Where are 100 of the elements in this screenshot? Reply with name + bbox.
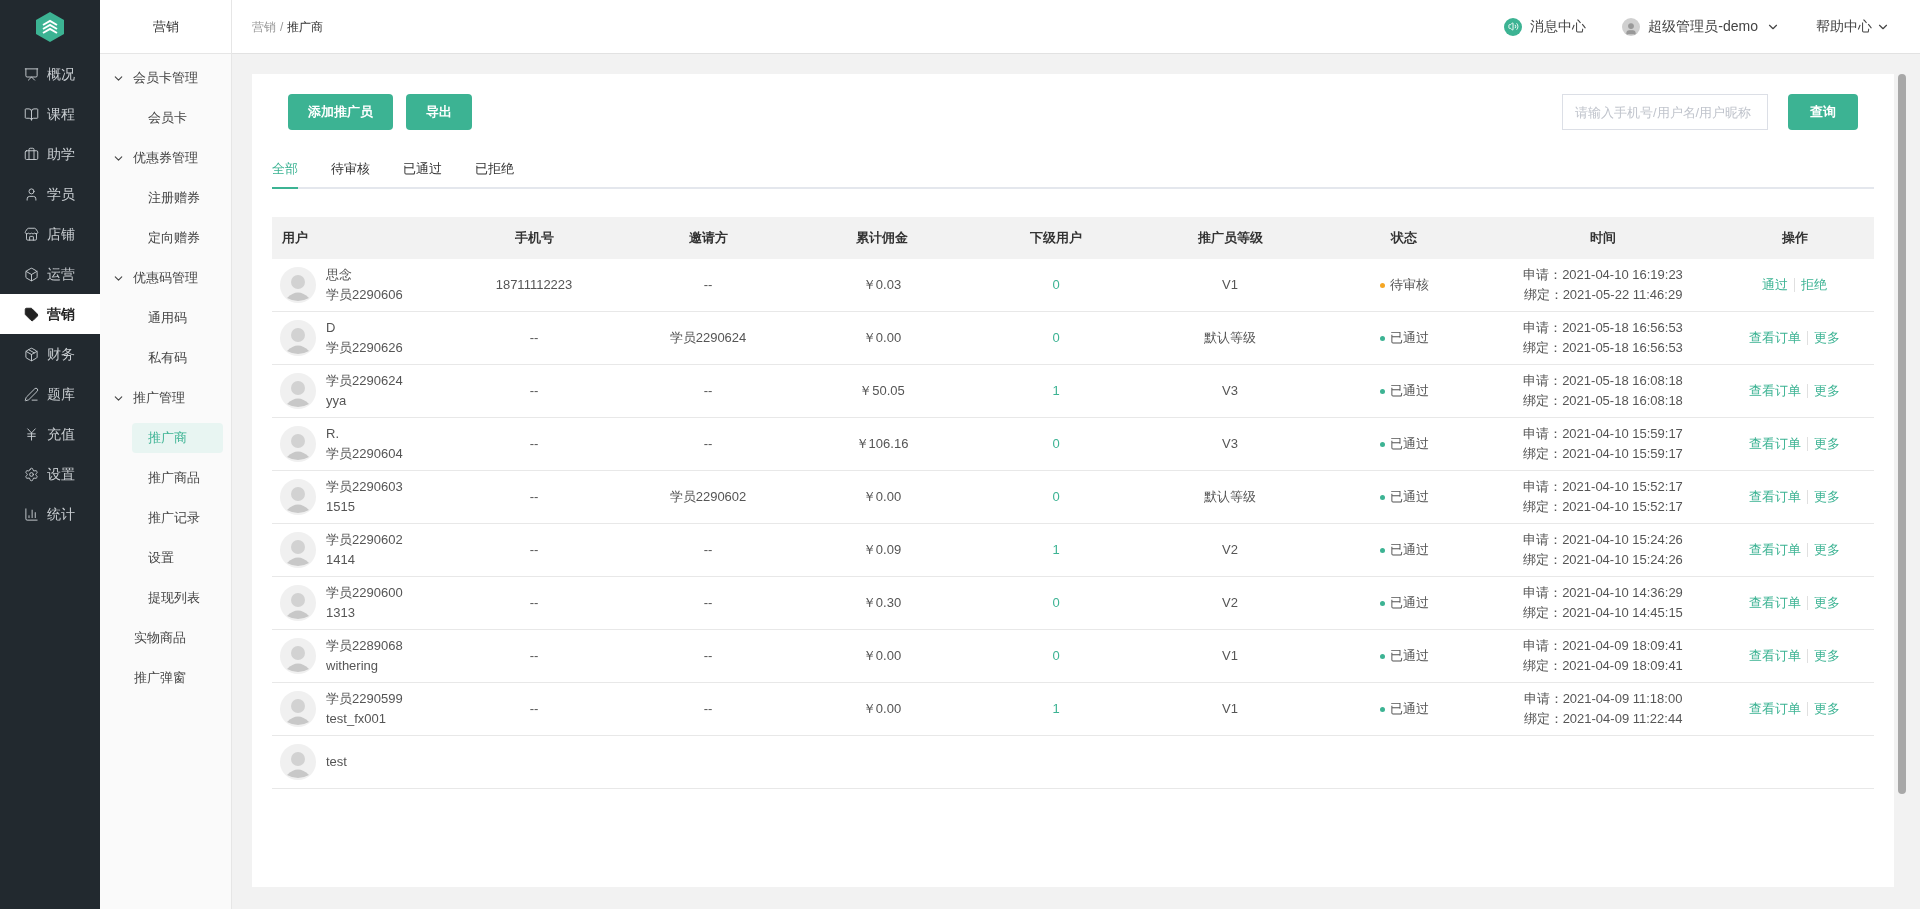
user-name-text: test <box>326 753 347 771</box>
time-text: 申请：2021-04-10 14:36:29 <box>1523 584 1683 602</box>
level-cell: V1 <box>1222 701 1238 717</box>
status-text: 已通过 <box>1389 329 1429 348</box>
nav-rail-item[interactable]: 课程 <box>0 94 100 134</box>
submenu-item[interactable]: 通用码 <box>132 303 223 333</box>
submenu-item[interactable]: 推广记录 <box>132 503 223 533</box>
status-text: 已通过 <box>1389 700 1429 719</box>
user-name-text: test_fx001 <box>326 710 387 728</box>
phone-cell: -- <box>529 383 539 399</box>
nav-rail-item[interactable]: 统计 <box>0 494 100 534</box>
submenu-item[interactable]: 定向赠券 <box>132 223 223 253</box>
time-text: 绑定：2021-04-09 18:09:41 <box>1523 657 1683 675</box>
filter-tab[interactable]: 已通过 <box>403 153 442 189</box>
column-header: 手机号 <box>514 230 554 246</box>
search-field[interactable]: 请输入手机号/用户名/用户昵称 <box>1562 94 1768 130</box>
status-text: 已通过 <box>1389 594 1429 613</box>
user-name-text: 1414 <box>326 551 356 569</box>
briefcase-icon <box>24 146 39 162</box>
user-name-text: 学员2290603 <box>326 478 403 496</box>
nav-rail-item[interactable]: 设置 <box>0 454 100 494</box>
phone-cell: -- <box>529 489 539 505</box>
user-name-text: R. <box>326 425 340 443</box>
user-name-text: 1515 <box>326 498 356 516</box>
submenu-item[interactable]: 推广商品 <box>132 463 223 493</box>
nav-rail-item[interactable]: 财务 <box>0 334 100 374</box>
user-name-text: 思念 <box>326 266 353 284</box>
avatar-silhouette-icon <box>280 532 316 568</box>
column-header: 下级用户 <box>1030 230 1082 246</box>
inviter-cell: -- <box>703 542 713 558</box>
user-name-text: D <box>326 319 337 337</box>
submenu-item[interactable]: 设置 <box>132 543 223 573</box>
column-header: 邀请方 <box>688 230 728 246</box>
nav-rail-item[interactable]: 店铺 <box>0 214 100 254</box>
filter-tab[interactable]: 已拒绝 <box>475 153 514 189</box>
user-avatar-icon <box>1622 17 1641 36</box>
column-header: 用户 <box>282 230 308 246</box>
inviter-cell: -- <box>703 648 713 664</box>
commission-cell: ￥0.03 <box>862 277 902 293</box>
help-center-menu[interactable]: 帮助中心 <box>1816 16 1890 37</box>
submenu-item[interactable]: 提现列表 <box>132 583 223 613</box>
user-name-text: yya <box>326 392 348 410</box>
submenu-group[interactable]: 优惠券管理 <box>100 138 231 178</box>
avatar-silhouette-icon <box>280 320 316 356</box>
column-header: 操作 <box>1781 230 1808 246</box>
submenu-item[interactable]: 注册赠券 <box>132 183 223 213</box>
submenu-item[interactable]: 私有码 <box>132 343 223 373</box>
status-text: 已通过 <box>1389 541 1429 560</box>
pencil-icon <box>24 386 39 402</box>
status-text: 已通过 <box>1389 647 1429 666</box>
bar-chart-icon <box>24 506 39 522</box>
user-icon <box>24 186 39 202</box>
settings-icon <box>24 466 39 482</box>
commission-cell: ￥0.00 <box>862 489 902 505</box>
user-menu[interactable]: 超级管理员-demo <box>1622 16 1780 37</box>
level-cell: V1 <box>1222 648 1238 664</box>
submenu-group[interactable]: 会员卡管理 <box>100 58 231 98</box>
scrollbar-thumb[interactable] <box>1898 74 1906 794</box>
user-name-text: 学员2290602 <box>326 531 403 549</box>
user-name-text: 学员2290626 <box>326 339 403 357</box>
time-text: 绑定：2021-04-10 14:45:15 <box>1523 604 1683 622</box>
time-text: 绑定：2021-04-10 15:24:26 <box>1523 551 1683 569</box>
level-cell: V3 <box>1222 383 1238 399</box>
submenu-group[interactable]: 推广管理 <box>100 378 231 418</box>
tag-icon <box>24 306 39 322</box>
nav-rail-item[interactable]: 题库 <box>0 374 100 414</box>
commission-cell: ￥50.05 <box>859 383 905 399</box>
submenu-item[interactable]: 会员卡 <box>132 103 223 133</box>
phone-cell: -- <box>529 701 539 717</box>
user-name-text: 学员2290600 <box>326 584 403 602</box>
inviter-cell: -- <box>703 436 713 452</box>
breadcrumb-item: 推广商 <box>287 18 324 36</box>
phone-cell: -- <box>529 595 539 611</box>
phone-cell: -- <box>529 436 539 452</box>
yen-icon <box>24 426 39 442</box>
notification-center-link[interactable]: 消息中心 <box>1504 16 1587 37</box>
submenu-item[interactable]: 实物商品 <box>100 618 231 658</box>
submenu-group[interactable]: 优惠码管理 <box>100 258 231 298</box>
time-text: 申请：2021-04-10 16:19:23 <box>1523 266 1683 284</box>
avatar-silhouette-icon <box>280 373 316 409</box>
nav-rail-item[interactable]: 充值 <box>0 414 100 454</box>
nav-rail-item[interactable]: 营销 <box>0 294 100 334</box>
nav-rail-item[interactable]: 学员 <box>0 174 100 214</box>
user-name-text: 学员2290599 <box>326 690 403 708</box>
status-text: 待审核 <box>1389 276 1429 295</box>
avatar-silhouette-icon <box>280 638 316 674</box>
time-text: 绑定：2021-04-09 11:22:44 <box>1523 710 1683 728</box>
level-cell: 默认等级 <box>1204 489 1256 505</box>
user-name-text: withering <box>326 657 380 675</box>
commission-cell: ￥0.00 <box>862 648 902 664</box>
time-text: 申请：2021-04-09 11:18:00 <box>1523 690 1683 708</box>
submenu-item[interactable]: 推广弹窗 <box>100 658 231 698</box>
filter-tab[interactable]: 待审核 <box>331 153 370 189</box>
nav-rail-item[interactable]: 助学 <box>0 134 100 174</box>
time-text: 绑定：2021-04-10 15:52:17 <box>1523 498 1683 516</box>
level-cell: V2 <box>1222 595 1238 611</box>
nav-rail-item[interactable]: 概况 <box>0 54 100 94</box>
nav-rail-item[interactable]: 运营 <box>0 254 100 294</box>
phone-cell: -- <box>529 330 539 346</box>
inviter-cell: 学员2290602 <box>669 489 747 505</box>
